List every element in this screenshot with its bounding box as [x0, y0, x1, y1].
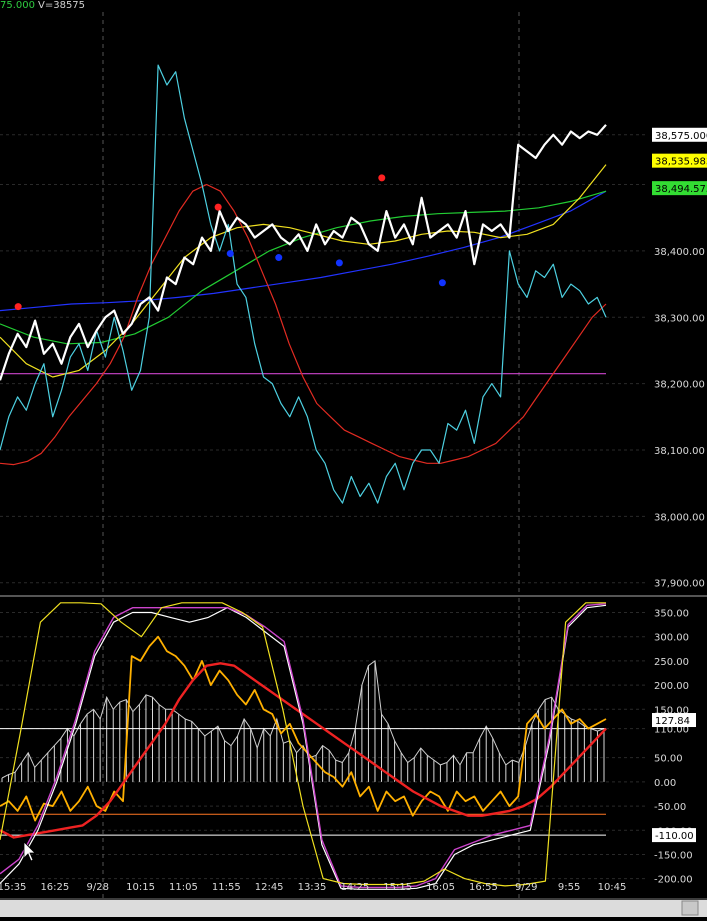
price-signal-dot: [275, 254, 283, 262]
price-signal-dot: [14, 303, 22, 311]
osc-badge-label: 127.84: [655, 716, 690, 727]
price-ytick-label: 37,900.00: [654, 579, 705, 590]
price-ytick-label: 38,200.00: [654, 380, 705, 391]
time-tick-label: 11:55: [212, 882, 241, 893]
osc-ytick-label: -200.00: [654, 875, 693, 886]
osc-ytick-label: 0.00: [654, 778, 676, 789]
price-signal-dot: [335, 259, 343, 267]
time-tick-label: 15:35: [0, 882, 26, 893]
time-tick-label: 9:55: [558, 882, 580, 893]
price-ytick-label: 38,100.00: [654, 446, 705, 457]
price-badge-label: 38,535.983: [655, 157, 707, 168]
time-tick-label: 9/29: [515, 882, 537, 893]
osc-ytick-label: 250.00: [654, 657, 689, 668]
osc-badge-label: -110.00: [655, 831, 694, 842]
time-tick-label: 16:55: [469, 882, 498, 893]
price-badge-label: 38,494.575: [655, 184, 707, 195]
price-signal-dot: [226, 250, 234, 258]
time-tick-label: 10:45: [598, 882, 627, 893]
price-ytick-label: 38,300.00: [654, 313, 705, 324]
time-tick-label: 12:45: [255, 882, 284, 893]
chart-window: 75.000 V=38575 37,900.00 38,000.00 38,100.…: [0, 0, 707, 917]
osc-ytick-label: -150.00: [654, 850, 693, 861]
osc-ytick-label: 350.00: [654, 609, 689, 620]
time-tick-label: 10:15: [126, 882, 155, 893]
time-tick-label: 14:25: [340, 882, 369, 893]
price-signal-dot: [214, 203, 222, 211]
scrollbar-thumb[interactable]: [681, 900, 699, 916]
price-badge-label: 38,575.000: [655, 131, 707, 142]
time-tick-label: 9/28: [86, 882, 108, 893]
price-signal-dot: [378, 174, 386, 182]
price-signal-dot: [438, 279, 446, 287]
price-ytick-label: 38,000.00: [654, 512, 705, 523]
time-axis: 15:35 16:25 9/28 10:15 11:05 11:55 12:45 13:35 1…: [0, 882, 626, 893]
time-tick-label: 15:15: [383, 882, 412, 893]
scrollbar[interactable]: [0, 900, 707, 917]
osc-ytick-label: 300.00: [654, 633, 689, 644]
time-tick-label: 16:25: [40, 882, 69, 893]
price-ytick-label: 38,400.00: [654, 247, 705, 258]
time-tick-label: 11:05: [169, 882, 198, 893]
header-price: 75.000: [0, 0, 35, 11]
osc-ytick-label: -50.00: [654, 802, 686, 813]
osc-ytick-label: 50.00: [654, 754, 683, 765]
time-tick-label: 16:05: [426, 882, 455, 893]
chart-canvas: 75.000 V=38575 37,900.00 38,000.00 38,100.…: [0, 0, 707, 917]
header-volume: V=38575: [38, 0, 85, 11]
time-tick-label: 13:35: [298, 882, 327, 893]
osc-ytick-label: 200.00: [654, 681, 689, 692]
